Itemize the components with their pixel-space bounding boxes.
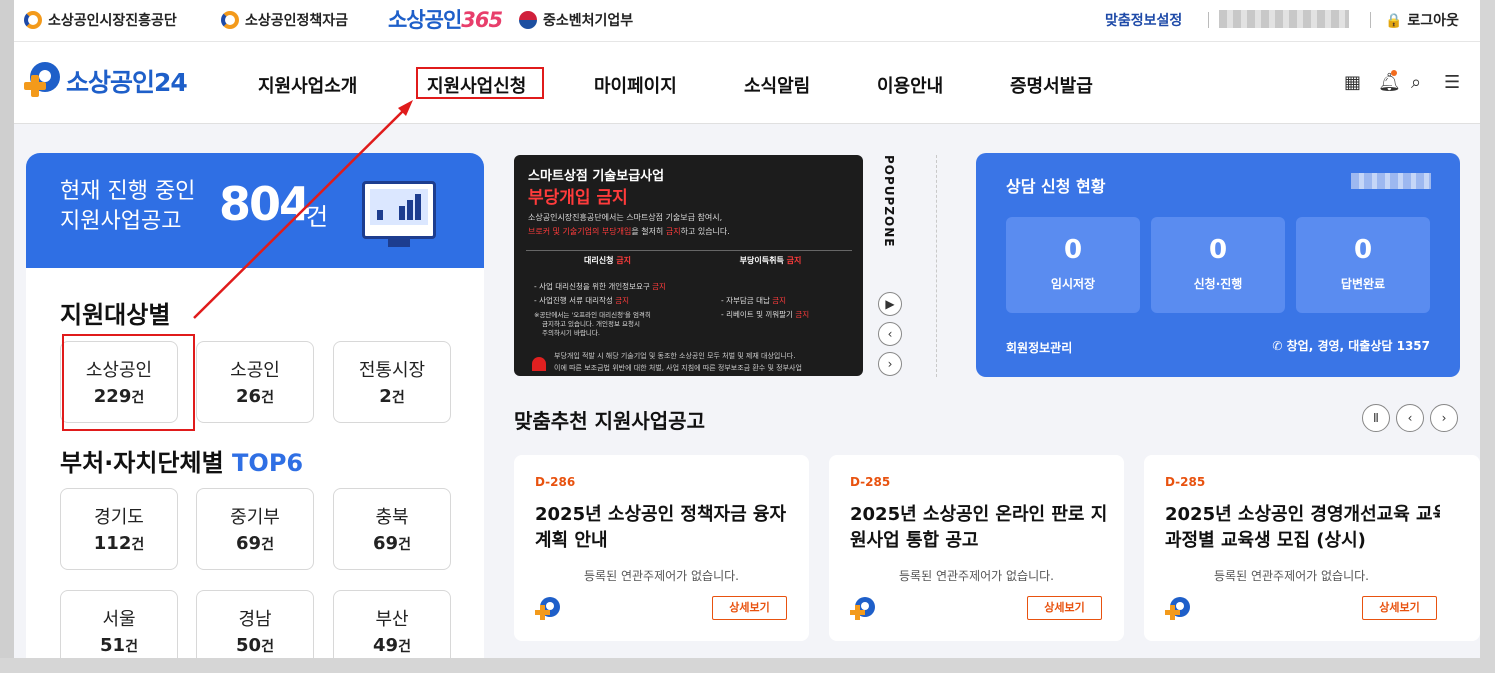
ongoing-label-2: 지원사업공고 <box>60 209 182 234</box>
recommend-card[interactable]: D-286 2025년 소상공인 정책자금 융자 계획 안내 등록된 연관주제어가… <box>514 455 809 641</box>
phone-icon: ✆ <box>1272 339 1283 353</box>
store-icon[interactable]: ▦ <box>1344 72 1361 93</box>
ongoing-count: 804 <box>219 177 311 231</box>
taeguk-icon <box>519 11 537 29</box>
highlight-box-nav <box>416 67 544 99</box>
nav-item-mypage[interactable]: 마이페이지 <box>594 72 677 98</box>
custom-settings-link[interactable]: 맞춤정보설정 <box>1105 10 1182 30</box>
bell-icon[interactable]: 🔔︎ <box>1378 72 1401 93</box>
region-card-busan[interactable]: 부산 49건 <box>333 590 451 658</box>
dday-badge: D-285 <box>850 475 891 489</box>
utility-bar: 소상공인시장진흥공단 소상공인정책자금 소상공인365 중소벤처기업부 맞춤정보… <box>14 0 1480 42</box>
member-info-link[interactable]: 회원정보관리 <box>1006 339 1072 356</box>
popup-title-2: 부당개입 금지 <box>528 188 628 208</box>
recommend-title: 맞춤추천 지원사업공고 <box>514 409 705 433</box>
card-title: 2025년 소상공인 정책자금 융자 계획 안내 <box>535 504 787 551</box>
brand-mini-icon <box>535 597 561 623</box>
highlight-box-card <box>62 334 195 431</box>
region-card-seoul[interactable]: 서울 51건 <box>60 590 178 658</box>
dday-badge: D-285 <box>1165 475 1206 489</box>
target-card-manufacturer[interactable]: 소공인 26건 <box>196 341 314 423</box>
dday-badge: D-286 <box>535 475 576 489</box>
by-region-title: 부처·자치단체별 TOP6 <box>60 449 304 477</box>
ongoing-unit: 건 <box>306 203 329 231</box>
stat-in-progress[interactable]: 0 신청·진행 <box>1151 217 1285 313</box>
ongoing-label-1: 현재 진행 중인 <box>60 179 196 204</box>
semas-logo-icon <box>24 11 42 29</box>
region-card-mss[interactable]: 중기부 69건 <box>196 488 314 570</box>
consultation-title: 상담 신청 현황 <box>1006 177 1106 196</box>
page: 소상공인시장진흥공단 소상공인정책자금 소상공인365 중소벤처기업부 맞춤정보… <box>14 0 1480 658</box>
window-edge-right <box>1480 0 1495 673</box>
policy-fund-logo-icon <box>221 11 239 29</box>
main-header: 소상공인24 지원사업소개 지원사업신청 마이페이지 소식알림 이용안내 증명서… <box>14 42 1480 124</box>
brand-mark-icon <box>24 62 62 100</box>
target-card-traditional-market[interactable]: 전통시장 2건 <box>333 341 451 423</box>
divider <box>1208 12 1209 28</box>
link-mss[interactable]: 중소벤처기업부 <box>519 10 633 30</box>
search-icon[interactable]: ⌕ <box>1411 72 1421 93</box>
region-card-chungbuk[interactable]: 충북 69건 <box>333 488 451 570</box>
dotted-divider <box>936 155 937 377</box>
popup-footer: 부당개입 적발 시 해당 기술기업 및 동조한 소상공인 모두 처벌 및 제재 … <box>554 352 802 372</box>
detail-button[interactable]: 상세보기 <box>1027 596 1102 620</box>
window-edge-bottom <box>0 658 1495 673</box>
recommend-card[interactable]: D-285 2025년 소상공인 경영개선교육 교육 과정별 교육생 모집 (상시… <box>1144 455 1480 641</box>
card-note: 등록된 연관주제어가 없습니다. <box>584 569 739 583</box>
recommend-next-button[interactable]: › <box>1430 404 1458 432</box>
consultation-status-panel: 상담 신청 현황 0 임시저장 0 신청·진행 0 답변완료 회원정보관리 ✆ … <box>976 153 1460 377</box>
popup-banner[interactable]: 스마트상점 기술보급사업 부당개입 금지 소상공인시장진흥공단에서는 스마트상점… <box>514 155 863 376</box>
phone-consult[interactable]: ✆ 창업, 경영, 대출상담 1357 <box>1272 337 1430 354</box>
popupzone-label: POPUPZONE <box>882 155 896 248</box>
detail-button[interactable]: 상세보기 <box>712 596 787 620</box>
card-title: 2025년 소상공인 온라인 판로 지 원사업 통합 공고 <box>850 504 1108 551</box>
recommend-card[interactable]: D-285 2025년 소상공인 온라인 판로 지 원사업 통합 공고 등록된 연… <box>829 455 1124 641</box>
popup-description: 소상공인시장진흥공단에서는 스마트상점 기술보급 참여시, 브로커 및 기술기업… <box>528 213 730 236</box>
recommend-pause-button[interactable]: Ⅱ <box>1362 404 1390 432</box>
link-semas[interactable]: 소상공인시장진흥공단 <box>24 10 177 30</box>
popup-next-button[interactable]: › <box>878 352 902 376</box>
popup-grid: 대리신청 금지 부당이득취득 금지 - 사업 대리신청을 위한 개인정보요구 금… <box>526 250 852 342</box>
divider <box>1370 12 1371 28</box>
nav-item-news[interactable]: 소식알림 <box>744 72 810 98</box>
nav-item-certificate[interactable]: 증명서발급 <box>1010 72 1093 98</box>
notification-dot <box>1391 70 1397 76</box>
ongoing-banner[interactable]: 현재 진행 중인 지원사업공고 804 건 <box>26 153 484 268</box>
lock-icon: 🔒 <box>1385 13 1403 29</box>
region-card-gyeonggi[interactable]: 경기도 112건 <box>60 488 178 570</box>
nav-item-program-intro[interactable]: 지원사업소개 <box>258 72 357 98</box>
detail-button[interactable]: 상세보기 <box>1362 596 1437 620</box>
monitor-chart-icon <box>362 181 436 239</box>
popup-play-button[interactable]: ▶ <box>878 292 902 316</box>
link-sbiz365[interactable]: 소상공인365 <box>388 4 503 34</box>
link-policy-fund[interactable]: 소상공인정책자금 <box>221 10 348 30</box>
card-note: 등록된 연관주제어가 없습니다. <box>1214 569 1369 583</box>
stat-answered[interactable]: 0 답변완료 <box>1296 217 1430 313</box>
card-title: 2025년 소상공인 경영개선교육 교육 과정별 교육생 모집 (상시) <box>1165 504 1440 551</box>
nav-item-guide[interactable]: 이용안내 <box>877 72 943 98</box>
menu-icon[interactable]: ☰ <box>1444 72 1460 93</box>
user-name-blurred <box>1219 10 1349 28</box>
brand-logo[interactable]: 소상공인24 <box>24 62 188 100</box>
program-summary-panel: 현재 진행 중인 지원사업공고 804 건 지원대상별 소상공인 229건 소공… <box>26 153 484 658</box>
brand-mini-icon <box>850 597 876 623</box>
popup-title-1: 스마트상점 기술보급사업 <box>528 169 665 184</box>
popup-prev-button[interactable]: ‹ <box>878 322 902 346</box>
brand-mini-icon <box>1165 597 1191 623</box>
card-note: 등록된 연관주제어가 없습니다. <box>899 569 1054 583</box>
siren-icon <box>532 357 546 371</box>
recommend-prev-button[interactable]: ‹ <box>1396 404 1424 432</box>
stat-temp-saved[interactable]: 0 임시저장 <box>1006 217 1140 313</box>
logout-link[interactable]: 🔒 로그아웃 <box>1385 10 1459 30</box>
user-name-blurred <box>1351 173 1431 189</box>
region-card-gyeongnam[interactable]: 경남 50건 <box>196 590 314 658</box>
by-target-title: 지원대상별 <box>60 301 171 329</box>
monitor-stand <box>388 239 410 247</box>
